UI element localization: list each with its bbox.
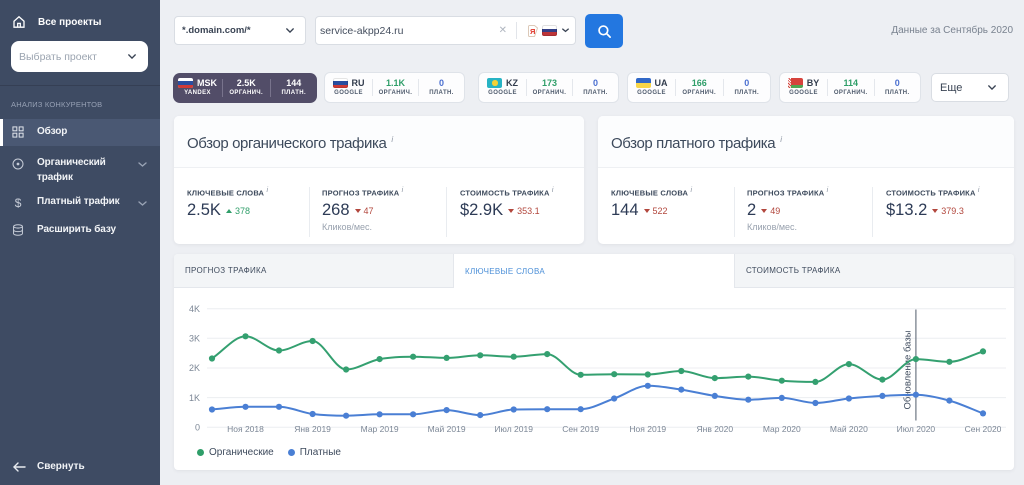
svg-text:Сен 2020: Сен 2020 bbox=[965, 424, 1002, 434]
svg-text:2K: 2K bbox=[189, 363, 200, 373]
svg-text:Мар 2020: Мар 2020 bbox=[763, 424, 801, 434]
svg-text:Янв 2020: Янв 2020 bbox=[696, 424, 733, 434]
svg-text:Июл 2020: Июл 2020 bbox=[897, 424, 936, 434]
svg-text:Сен 2019: Сен 2019 bbox=[562, 424, 599, 434]
svg-text:Ноя 2019: Ноя 2019 bbox=[629, 424, 666, 434]
svg-text:Обновление базы: Обновление базы bbox=[903, 330, 914, 409]
svg-text:3K: 3K bbox=[189, 334, 200, 344]
svg-text:1K: 1K bbox=[189, 393, 200, 403]
svg-text:Я: Я bbox=[530, 26, 535, 35]
svg-text:Май 2020: Май 2020 bbox=[830, 424, 868, 434]
svg-text:Ноя 2018: Ноя 2018 bbox=[227, 424, 264, 434]
svg-text:Мар 2019: Мар 2019 bbox=[361, 424, 399, 434]
svg-text:Янв 2019: Янв 2019 bbox=[294, 424, 331, 434]
svg-text:0: 0 bbox=[195, 423, 200, 433]
svg-text:Июл 2019: Июл 2019 bbox=[494, 424, 533, 434]
svg-text:Май 2019: Май 2019 bbox=[428, 424, 466, 434]
svg-text:4K: 4K bbox=[189, 304, 200, 314]
